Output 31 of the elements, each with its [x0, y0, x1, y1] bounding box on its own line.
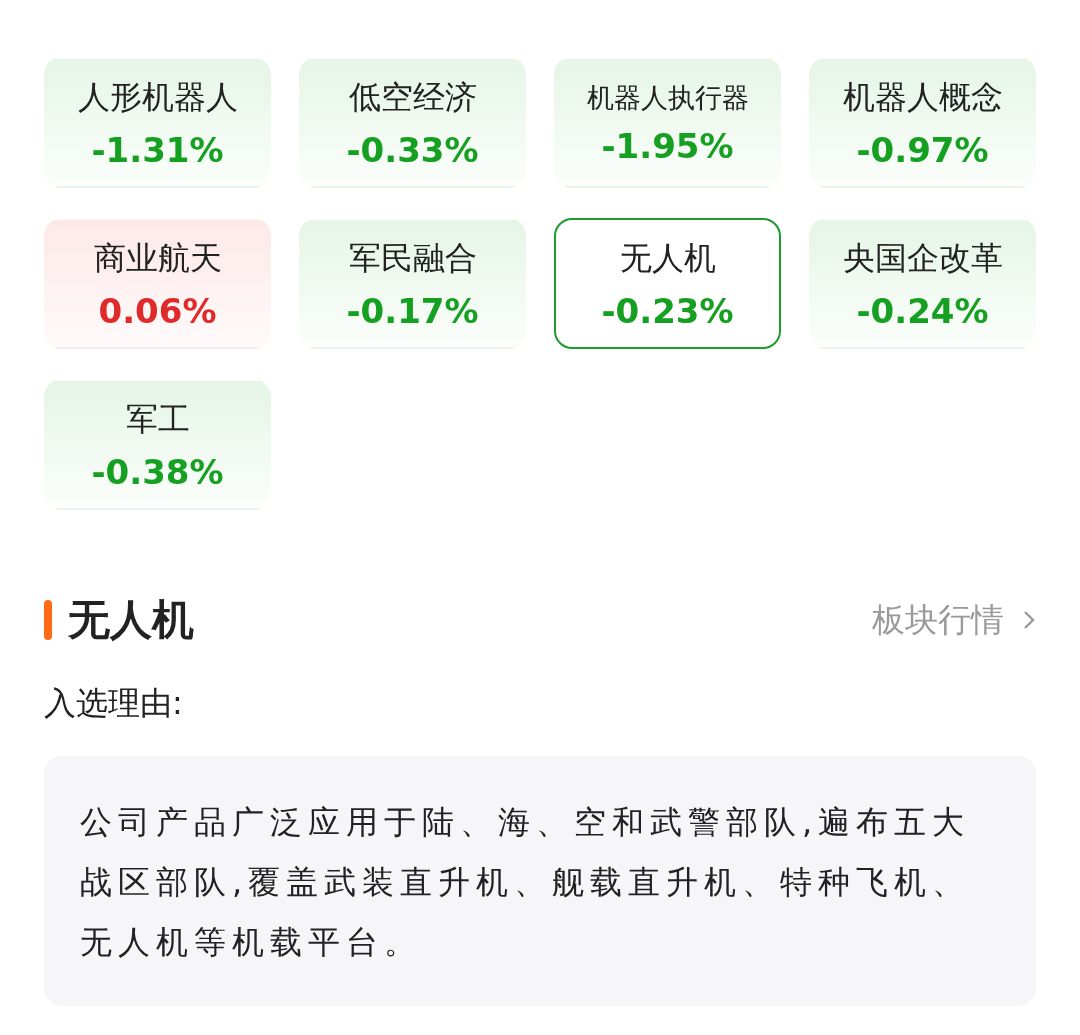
sector-name: 军民融合 [348, 237, 477, 279]
sector-tile[interactable]: 人形机器人 -1.31% [44, 57, 271, 188]
sector-tile[interactable]: 低空经济 -0.33% [299, 57, 526, 188]
sector-name: 军工 [125, 398, 190, 440]
sector-change: 0.06% [98, 290, 217, 331]
sector-change: -1.31% [91, 129, 224, 170]
sector-tile[interactable]: 央国企改革 -0.24% [809, 218, 1036, 349]
sector-tile[interactable]: 军民融合 -0.17% [299, 218, 526, 349]
sector-name: 人形机器人 [77, 76, 238, 118]
reason-text: 公司产品广泛应用于陆、海、空和武警部队,遍布五大战区部队,覆盖武装直升机、舰载直升机、特种飞机、无人机等机载平台。 [80, 802, 972, 963]
sector-change: -0.17% [346, 290, 479, 331]
sector-tile[interactable]: 无人机 -0.23% [554, 218, 781, 349]
sector-name: 机器人执行器 [586, 80, 749, 115]
sector-name: 无人机 [619, 237, 716, 279]
sector-tile[interactable]: 机器人概念 -0.97% [809, 57, 1036, 188]
sector-change: -0.38% [91, 451, 224, 492]
sector-name: 商业航天 [93, 237, 222, 279]
sector-name: 机器人概念 [842, 76, 1003, 118]
sector-change: -0.97% [856, 129, 989, 170]
accent-bar [44, 600, 52, 640]
sector-change: -1.95% [601, 125, 734, 166]
sector-name: 低空经济 [348, 76, 477, 118]
sector-name: 央国企改革 [842, 237, 1003, 279]
sector-change: -0.33% [346, 129, 479, 170]
sector-change: -0.24% [856, 290, 989, 331]
section-title: 无人机 [68, 594, 194, 646]
sector-tile[interactable]: 机器人执行器 -1.95% [554, 57, 781, 188]
sector-tile[interactable]: 军工 -0.38% [44, 379, 271, 510]
sector-tile[interactable]: 商业航天 0.06% [44, 218, 271, 349]
sector-change: -0.23% [601, 290, 734, 331]
reason-label: 入选理由: [44, 683, 184, 724]
